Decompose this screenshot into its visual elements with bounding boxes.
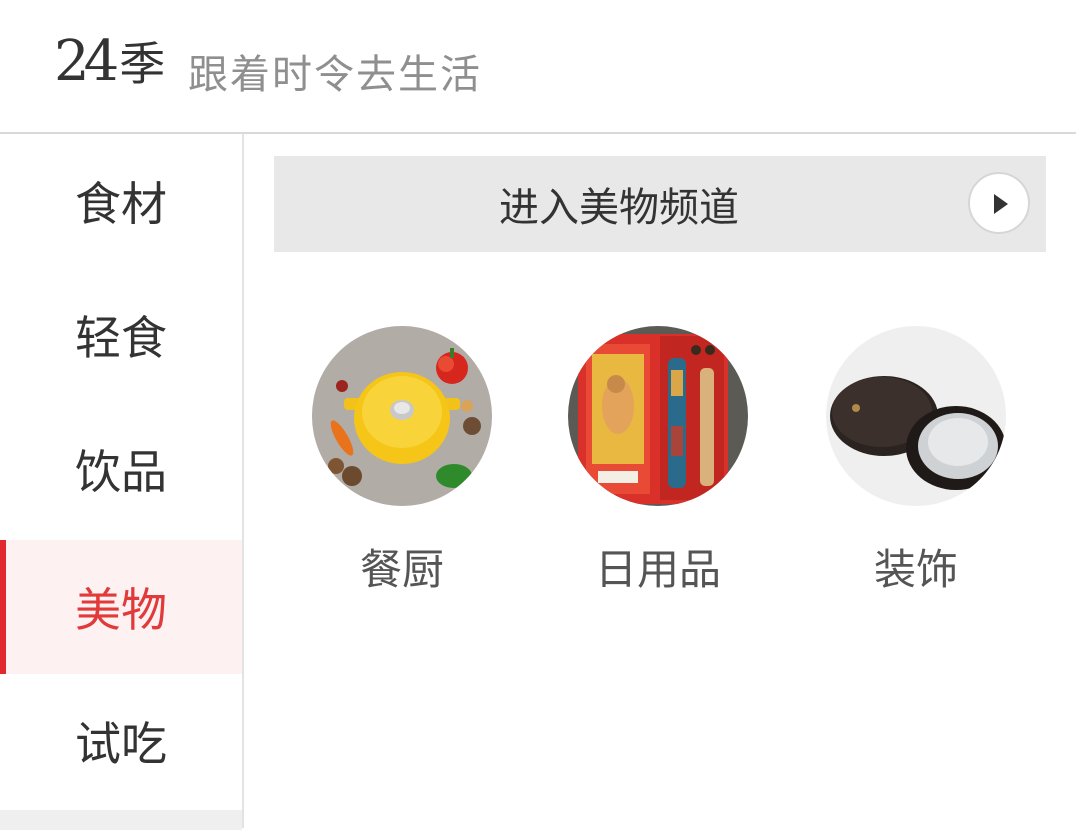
banner-label: 进入美物频道 bbox=[499, 185, 739, 231]
sidebar-item-ingredients[interactable]: 食材 bbox=[0, 134, 242, 268]
category-label: 装饰 bbox=[873, 545, 958, 594]
mirror-image bbox=[826, 326, 1006, 506]
app-header: 24 季 跟着时令去生活 bbox=[0, 0, 1076, 134]
play-arrow-icon[interactable] bbox=[968, 172, 1030, 234]
logo[interactable]: 24 季 bbox=[54, 28, 165, 98]
sidebar-item-trial[interactable]: 试吃 bbox=[0, 674, 242, 808]
sidebar-item-label: 试吃 bbox=[75, 717, 167, 771]
category-decoration[interactable]: 装饰 bbox=[826, 326, 1006, 597]
tagline: 跟着时令去生活 bbox=[188, 52, 482, 98]
channel-banner[interactable]: 进入美物频道 bbox=[274, 156, 1046, 252]
sidebar-item-goods[interactable]: 美物 bbox=[0, 540, 242, 674]
sidebar-next-item-partial[interactable] bbox=[0, 810, 242, 830]
category-daily-goods[interactable]: 日用品 bbox=[568, 326, 748, 597]
logo-char: 季 bbox=[119, 37, 166, 91]
sidebar-item-light-meal[interactable]: 轻食 bbox=[0, 268, 242, 402]
category-sidebar: 食材 轻食 饮品 美物 试吃 bbox=[0, 134, 244, 830]
sidebar-item-label: 美物 bbox=[75, 583, 167, 637]
category-label: 日用品 bbox=[594, 545, 721, 594]
logo-number: 24 bbox=[54, 29, 119, 94]
sidebar-item-label: 食材 bbox=[75, 177, 167, 231]
pot-image bbox=[312, 326, 492, 506]
sidebar-item-label: 轻食 bbox=[75, 311, 167, 365]
sidebar-item-drinks[interactable]: 饮品 bbox=[0, 402, 242, 536]
gift-box-image bbox=[568, 326, 748, 506]
category-kitchen[interactable]: 餐厨 bbox=[312, 326, 492, 597]
category-label: 餐厨 bbox=[359, 545, 444, 594]
sidebar-item-label: 饮品 bbox=[75, 445, 167, 499]
